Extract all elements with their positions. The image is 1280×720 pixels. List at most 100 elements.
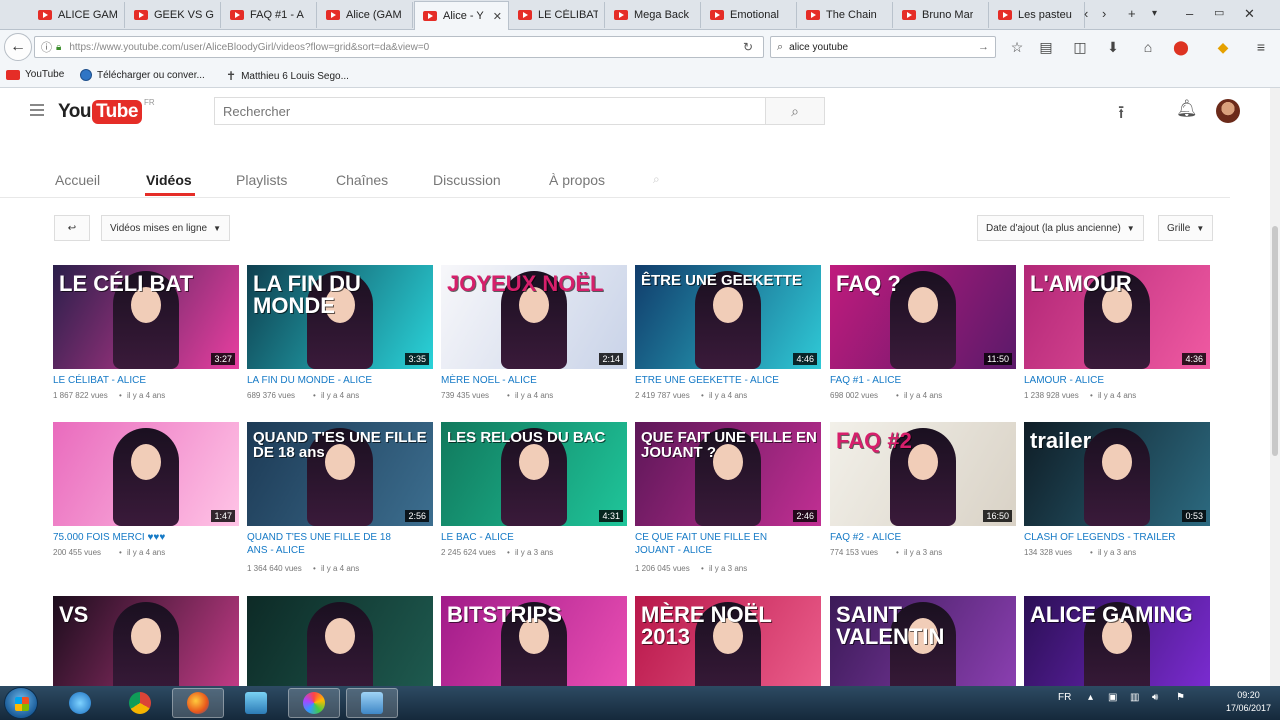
video-thumbnail[interactable]: LA FIN DU MONDE 3:35 <box>247 265 433 369</box>
upload-type-dropdown[interactable]: Vidéos mises en ligne ▼ <box>101 215 231 241</box>
video-thumbnail[interactable]: JOYEUX NOËL 2:14 <box>441 265 627 369</box>
new-tab-icon[interactable]: + <box>1128 6 1136 21</box>
browser-tab[interactable]: Les pasteu <box>990 2 1085 28</box>
taskbar-app[interactable] <box>230 688 282 718</box>
back-filter-button[interactable]: ↩ <box>54 215 90 241</box>
video-title[interactable]: CE QUE FAIT UNE FILLE EN <box>635 531 821 545</box>
browser-tab[interactable]: Bruno Mar <box>894 2 989 28</box>
taskbar-paint[interactable] <box>288 688 340 718</box>
download-icon[interactable]: ⬇ <box>1104 39 1122 56</box>
bookmark-matthieu[interactable]: ✝ Matthieu 6 Louis Sego... <box>226 69 349 83</box>
bookmark-youtube[interactable]: YouTube <box>6 69 64 80</box>
video-thumbnail[interactable]: MÈRE NOËL 2013 <box>635 596 821 686</box>
video-thumbnail[interactable]: L'AMOUR 4:36 <box>1024 265 1210 369</box>
taskbar-chrome[interactable] <box>114 688 166 718</box>
tab-videos[interactable]: Vidéos <box>146 172 192 188</box>
bookmark-telecharger[interactable]: Télécharger ou conver... <box>80 69 205 81</box>
tab-close-icon[interactable]: ✕ <box>493 10 502 23</box>
taskbar-firefox[interactable] <box>172 688 224 718</box>
upload-icon[interactable]: ⭱ <box>1118 100 1124 130</box>
volume-icon[interactable]: 🔊︎ <box>1152 692 1158 703</box>
browser-tab[interactable]: Mega Back <box>606 2 701 28</box>
video-thumbnail[interactable]: QUAND T'ES UNE FILLE DE 18 ans 2:56 <box>247 422 433 526</box>
video-thumbnail[interactable]: QUE FAIT UNE FILLE EN JOUANT ? 2:46 <box>635 422 821 526</box>
scrollbar-thumb[interactable] <box>1272 226 1278 456</box>
language-indicator[interactable]: FR <box>1058 692 1071 703</box>
taskbar-ie[interactable] <box>54 688 106 718</box>
browser-tab[interactable]: ALICE GAM <box>30 2 125 28</box>
video-thumbnail[interactable]: VS <box>53 596 239 686</box>
maximize-icon[interactable]: ▭ <box>1214 6 1224 19</box>
browser-tab[interactable]: GEEK VS G <box>126 2 221 28</box>
reload-icon[interactable]: ↻ <box>743 40 753 54</box>
browser-tab[interactable]: Alice (GAM <box>318 2 413 28</box>
reading-list-icon[interactable]: ▤ <box>1037 39 1055 56</box>
video-title[interactable]: FAQ #1 - ALICE <box>830 374 1016 388</box>
extension-icon[interactable]: ◆ <box>1214 39 1232 56</box>
browser-search-bar[interactable]: ⌕ alice youtube → <box>770 36 996 58</box>
home-icon[interactable]: ⌂ <box>1139 39 1157 55</box>
video-thumbnail[interactable]: SAINT VALENTIN <box>830 596 1016 686</box>
video-title[interactable]: LE BAC - ALICE <box>441 531 627 545</box>
tab-list-icon[interactable]: ▾ <box>1152 8 1157 19</box>
bookmark-star-icon[interactable]: ☆ <box>1008 39 1026 56</box>
video-title-line2[interactable]: ANS - ALICE <box>247 544 433 558</box>
browser-tab[interactable]: Emotional <box>702 2 797 28</box>
youtube-logo[interactable]: You Tube FR <box>58 97 155 127</box>
view-dropdown[interactable]: Grille ▼ <box>1158 215 1214 241</box>
browser-tab[interactable]: Alice - Y ✕ <box>414 1 509 30</box>
tab-accueil[interactable]: Accueil <box>55 172 100 188</box>
video-title-line2[interactable]: JOUANT - ALICE <box>635 544 821 558</box>
video-thumbnail[interactable]: LES RELOUS DU BAC 4:31 <box>441 422 627 526</box>
video-thumbnail[interactable]: ALICE GAMING <box>1024 596 1210 686</box>
video-thumbnail[interactable]: trailer 0:53 <box>1024 422 1210 526</box>
minimize-icon[interactable]: – <box>1186 6 1193 21</box>
adblock-icon[interactable]: ⬤ <box>1172 39 1190 56</box>
video-title[interactable]: MÈRE NOEL - ALICE <box>441 374 627 388</box>
taskbar-screen[interactable] <box>346 688 398 718</box>
youtube-search-button[interactable]: ⌕ <box>765 97 825 125</box>
video-title[interactable]: LE CÉLIBAT - ALICE <box>53 374 239 388</box>
search-go-icon[interactable]: → <box>978 41 989 53</box>
video-thumbnail[interactable]: ÊTRE UNE GEEKETTE 4:46 <box>635 265 821 369</box>
url-bar[interactable]: ⓘ 🔒︎ https://www.youtube.com/user/AliceB… <box>34 36 764 58</box>
url-text[interactable]: https://www.youtube.com/user/AliceBloody… <box>69 42 429 53</box>
browser-tab[interactable]: LE CÉLIBAT <box>510 2 605 28</box>
start-button[interactable] <box>4 687 38 719</box>
network-icon[interactable]: ▥ <box>1130 692 1139 703</box>
tab-discussion[interactable]: Discussion <box>433 172 501 188</box>
show-hidden-icons-icon[interactable]: ▴ <box>1088 692 1093 703</box>
notifications-bell-icon[interactable]: 🔔︎ <box>1176 99 1198 119</box>
video-title[interactable]: ETRE UNE GEEKETTE - ALICE <box>635 374 821 388</box>
browser-tab[interactable]: FAQ #1 - A <box>222 2 317 28</box>
tab-playlists[interactable]: Playlists <box>236 172 287 188</box>
tab-scroll-right-icon[interactable]: › <box>1102 6 1106 21</box>
tab-scroll-left-icon[interactable]: ‹ <box>1084 6 1088 21</box>
video-title[interactable]: LAMOUR - ALICE <box>1024 374 1210 388</box>
sort-dropdown[interactable]: Date d'ajout (la plus ancienne) ▼ <box>977 215 1144 241</box>
video-title[interactable]: LA FIN DU MONDE - ALICE <box>247 374 433 388</box>
browser-search-input[interactable]: alice youtube <box>789 42 848 53</box>
window-close-icon[interactable]: ✕ <box>1244 6 1255 22</box>
video-thumbnail[interactable]: 1:47 <box>53 422 239 526</box>
youtube-search-input[interactable] <box>214 97 766 125</box>
avatar[interactable] <box>1216 99 1240 123</box>
pocket-icon[interactable]: ◫ <box>1071 39 1089 56</box>
video-title[interactable]: QUAND T'ES UNE FILLE DE 18 <box>247 531 433 545</box>
channel-search-icon[interactable]: ⌕ <box>653 172 660 187</box>
video-title[interactable]: CLASH OF LEGENDS - TRAILER <box>1024 531 1210 545</box>
menu-icon[interactable]: ≡ <box>1252 39 1270 55</box>
video-thumbnail[interactable]: BITSTRIPS <box>441 596 627 686</box>
video-thumbnail[interactable] <box>247 596 433 686</box>
system-clock[interactable]: 09:20 17/06/2017 <box>1226 689 1271 715</box>
video-thumbnail[interactable]: FAQ ? 11:50 <box>830 265 1016 369</box>
video-thumbnail[interactable]: LE CÉLI BAT 3:27 <box>53 265 239 369</box>
video-title[interactable]: FAQ #2 - ALICE <box>830 531 1016 545</box>
video-thumbnail[interactable]: FAQ #2 16:50 <box>830 422 1016 526</box>
back-button[interactable]: ← <box>4 33 32 61</box>
action-center-icon[interactable]: ⚑ <box>1176 692 1185 703</box>
guide-menu-icon[interactable] <box>30 104 44 119</box>
browser-tab[interactable]: The Chain <box>798 2 893 28</box>
tab-a-propos[interactable]: À propos <box>549 172 605 188</box>
tab-chaines[interactable]: Chaînes <box>336 172 388 188</box>
